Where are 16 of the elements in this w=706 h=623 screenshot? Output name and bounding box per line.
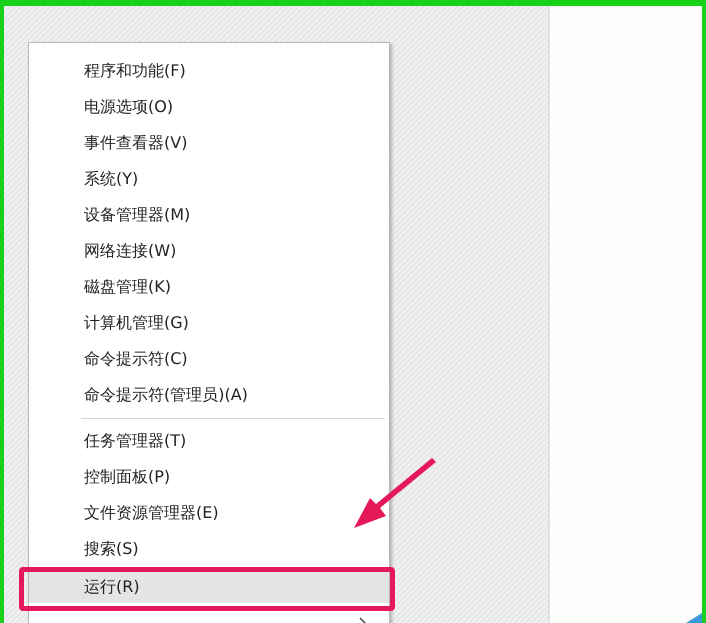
- menu-item[interactable]: 命令提示符(管理员)(A): [29, 377, 389, 413]
- menu-item[interactable]: 搜索(S): [29, 531, 389, 567]
- menu-item[interactable]: 文件资源管理器(E): [29, 495, 389, 531]
- menu-item[interactable]: 磁盘管理(K): [29, 269, 389, 305]
- menu-item[interactable]: 网络连接(W): [29, 233, 389, 269]
- menu-item[interactable]: 运行(R): [29, 572, 389, 603]
- menu-item[interactable]: 命令提示符(C): [29, 341, 389, 377]
- menu-item[interactable]: 控制面板(P): [29, 459, 389, 495]
- triangle-icon: [686, 613, 702, 623]
- menu-item[interactable]: 系统(Y): [29, 161, 389, 197]
- menu-item[interactable]: 事件查看器(V): [29, 125, 389, 161]
- menu-item[interactable]: 计算机管理(G): [29, 305, 389, 341]
- menu-item[interactable]: 电源选项(O): [29, 89, 389, 125]
- menu-item[interactable]: 程序和功能(F): [29, 53, 389, 89]
- menu-item[interactable]: 任务管理器(T): [29, 423, 389, 459]
- menu-item[interactable]: 设备管理器(M): [29, 197, 389, 233]
